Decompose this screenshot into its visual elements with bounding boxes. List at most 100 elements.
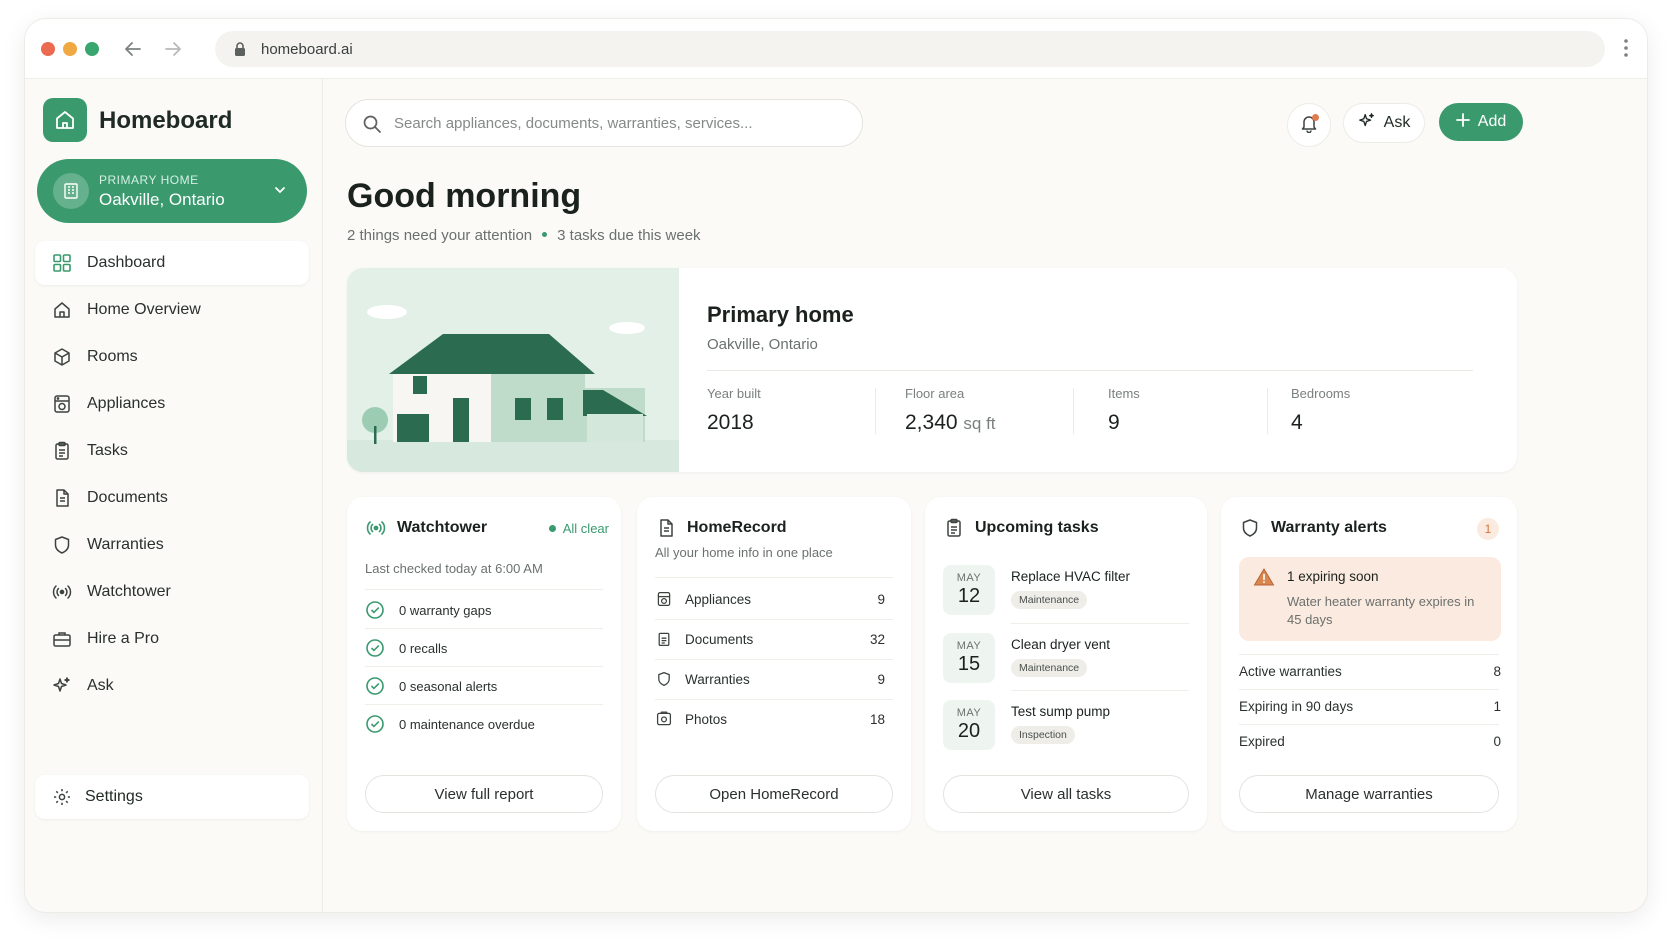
shield-icon xyxy=(1239,517,1261,539)
home-selector-label: PRIMARY HOME xyxy=(99,173,199,187)
divider xyxy=(365,628,603,629)
sidebar-item-tasks[interactable]: Tasks xyxy=(35,429,309,473)
stat-number: 4 xyxy=(1291,411,1303,434)
list-item[interactable]: Appliances 9 xyxy=(655,588,885,610)
add-button[interactable]: Add xyxy=(1439,103,1523,141)
card-title: Watchtower xyxy=(397,519,488,536)
ask-button[interactable]: Ask xyxy=(1343,103,1425,143)
row-count: 18 xyxy=(869,711,885,727)
divider xyxy=(655,699,893,700)
stat-items: Items 9 xyxy=(1108,386,1140,435)
stat-label: Bedrooms xyxy=(1291,386,1351,401)
sidebar-item-documents[interactable]: Documents xyxy=(35,476,309,520)
list-item[interactable]: Photos 18 xyxy=(655,708,885,730)
task-item[interactable]: MAY 12 Replace HVAC filter Maintenance xyxy=(943,565,1193,617)
view-full-report-button[interactable]: View full report xyxy=(365,775,603,813)
clipboard-icon xyxy=(655,630,673,648)
maximize-window-dot[interactable] xyxy=(85,42,99,56)
divider xyxy=(1239,654,1499,655)
stat-number: 9 xyxy=(1108,411,1120,434)
sidebar-item-label: Rooms xyxy=(87,348,138,365)
sidebar-item-label: Warranties xyxy=(87,536,164,553)
primary-home-card[interactable]: Primary home Oakville, Ontario Year buil… xyxy=(347,268,1517,472)
stat-label: Year built xyxy=(707,386,761,401)
status-badge: All clear xyxy=(548,521,609,536)
list-item-text: 0 warranty gaps xyxy=(399,602,492,618)
stat-year-built: Year built 2018 xyxy=(707,386,761,435)
task-date: MAY 15 xyxy=(943,633,995,683)
task-day: 15 xyxy=(957,653,981,675)
divider xyxy=(655,659,893,660)
close-window-dot[interactable] xyxy=(41,42,55,56)
open-homerecord-button[interactable]: Open HomeRecord xyxy=(655,775,893,813)
row-count: 9 xyxy=(877,591,885,607)
stat-divider xyxy=(875,388,876,434)
search-input[interactable]: Search appliances, documents, warranties… xyxy=(345,99,863,147)
expiring-alert[interactable]: 1 expiring soon Water heater warranty ex… xyxy=(1239,557,1501,641)
warning-icon xyxy=(1253,567,1275,592)
row-label: Expired xyxy=(1239,734,1285,749)
upcoming-tasks-card: Upcoming tasks MAY 12 Replace HVAC filter… xyxy=(925,497,1207,831)
home-title: Primary home xyxy=(707,302,854,327)
alert-description: Water heater warranty expires in 45 days xyxy=(1287,594,1475,627)
sidebar-item-ask[interactable]: Ask xyxy=(35,664,309,708)
building-icon xyxy=(53,173,89,209)
stat-value: 2018 xyxy=(707,411,761,435)
sidebar-item-watchtower[interactable]: Watchtower xyxy=(35,570,309,614)
manage-warranties-button[interactable]: Manage warranties xyxy=(1239,775,1499,813)
sparkle-icon xyxy=(1358,112,1376,135)
task-item[interactable]: MAY 15 Clean dryer vent Maintenance xyxy=(943,633,1193,685)
divider xyxy=(707,370,1473,371)
sidebar-item-label: Home Overview xyxy=(87,301,201,318)
row-count: 8 xyxy=(1493,664,1501,679)
forward-arrow-icon[interactable] xyxy=(161,37,185,61)
task-name: Replace HVAC filter xyxy=(1011,569,1131,584)
divider xyxy=(1239,689,1499,690)
back-arrow-icon[interactable] xyxy=(121,37,145,61)
sidebar-item-settings[interactable]: Settings xyxy=(35,775,309,819)
list-item-text: 0 maintenance overdue xyxy=(399,716,535,732)
divider xyxy=(655,577,893,578)
sidebar: Homeboard PRIMARY HOME Oakville, Ontario… xyxy=(25,79,323,912)
home-location: Oakville, Ontario xyxy=(707,336,818,353)
list-item[interactable]: Warranties 9 xyxy=(655,668,885,690)
attention-text: 2 things need your attention xyxy=(347,227,533,244)
stat-number: 2018 xyxy=(707,411,754,434)
minimize-window-dot[interactable] xyxy=(63,42,77,56)
divider xyxy=(655,619,893,620)
cube-icon xyxy=(51,346,73,368)
task-day: 20 xyxy=(957,720,981,742)
address-bar[interactable]: homeboard.ai xyxy=(215,31,1605,67)
sidebar-item-dashboard[interactable]: Dashboard xyxy=(35,241,309,285)
brand-name[interactable]: Homeboard xyxy=(99,107,232,135)
task-month: MAY xyxy=(956,640,982,652)
task-tag: Inspection xyxy=(1011,726,1075,744)
row-count: 0 xyxy=(1493,734,1501,749)
view-all-tasks-button[interactable]: View all tasks xyxy=(943,775,1189,813)
brand-logo-icon[interactable] xyxy=(43,98,87,142)
home-selector-value: Oakville, Ontario xyxy=(99,190,225,209)
tasks-due-text: 3 tasks due this week xyxy=(557,227,701,244)
check-circle-icon xyxy=(366,715,384,733)
list-item[interactable]: Documents 32 xyxy=(655,628,885,650)
sidebar-item-warranties[interactable]: Warranties xyxy=(35,523,309,567)
sidebar-item-rooms[interactable]: Rooms xyxy=(35,335,309,379)
briefcase-icon xyxy=(51,628,73,650)
list-item[interactable]: Expired 0 xyxy=(1239,734,1501,749)
notifications-button[interactable] xyxy=(1287,103,1331,147)
more-menu-icon[interactable] xyxy=(1623,38,1629,63)
list-item[interactable]: Active warranties 8 xyxy=(1239,664,1501,679)
sidebar-item-hire-a-pro[interactable]: Hire a Pro xyxy=(35,617,309,661)
sidebar-item-appliances[interactable]: Appliances xyxy=(35,382,309,426)
task-item[interactable]: MAY 20 Test sump pump Inspection xyxy=(943,700,1193,752)
home-selector[interactable]: PRIMARY HOME Oakville, Ontario xyxy=(37,159,307,223)
sidebar-item-label: Appliances xyxy=(87,395,166,412)
task-name: Test sump pump xyxy=(1011,704,1111,719)
card-title: HomeRecord xyxy=(687,519,787,536)
photo-icon xyxy=(655,710,673,728)
card-title: Upcoming tasks xyxy=(975,519,1099,536)
task-month: MAY xyxy=(956,707,982,719)
list-item[interactable]: Expiring in 90 days 1 xyxy=(1239,699,1501,714)
row-label: Active warranties xyxy=(1239,664,1342,679)
sidebar-item-home-overview[interactable]: Home Overview xyxy=(35,288,309,332)
